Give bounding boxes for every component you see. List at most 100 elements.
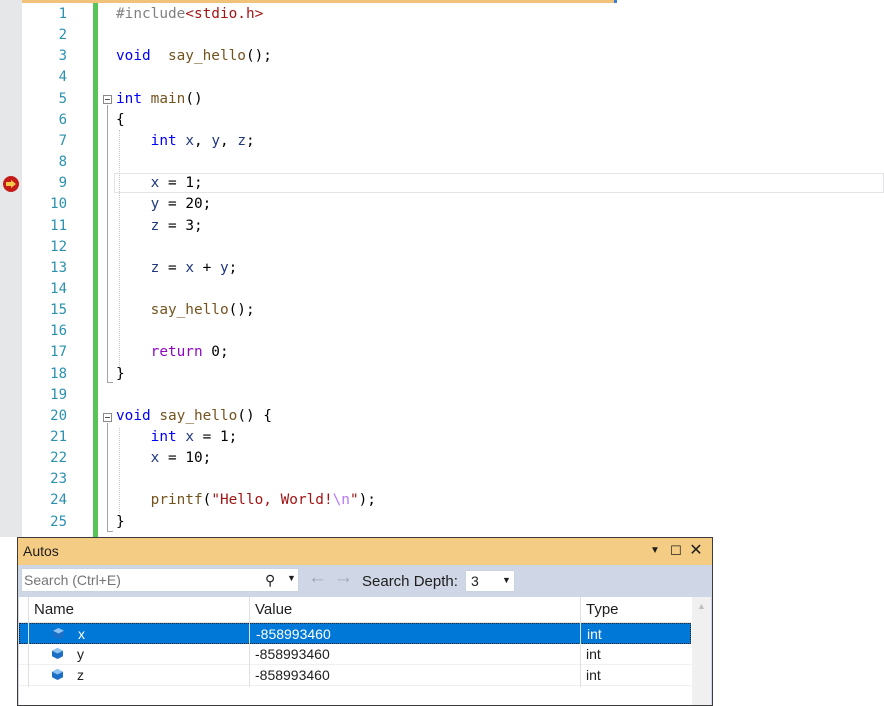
code-line[interactable]: 3 void say_hello(); bbox=[0, 46, 884, 67]
column-separator[interactable] bbox=[249, 597, 250, 687]
line-number: 22 bbox=[50, 450, 67, 467]
code-text: int x = 1; bbox=[150, 429, 238, 445]
line-number: 23 bbox=[50, 471, 67, 488]
autos-grid: Name Value Type x -858993460 int y -85899346… bbox=[19, 597, 711, 705]
table-row[interactable]: x -858993460 int bbox=[19, 623, 691, 644]
code-text: printf("Hello, World!\n"); bbox=[150, 492, 376, 509]
code-line[interactable]: 25} bbox=[0, 512, 884, 533]
search-icon[interactable]: ⚲ bbox=[265, 572, 275, 589]
vertical-scrollbar[interactable]: ▲ bbox=[692, 597, 711, 705]
line-number: 15 bbox=[50, 302, 67, 319]
line-number: 25 bbox=[50, 513, 67, 530]
cell-type: int bbox=[587, 626, 602, 642]
cell-type: int bbox=[586, 646, 601, 662]
line-number: 2 bbox=[58, 27, 67, 44]
code-line[interactable]: 9 x = 1; bbox=[0, 173, 884, 194]
line-number: 20 bbox=[50, 407, 67, 424]
line-number: 1 bbox=[58, 6, 67, 22]
autos-window: Autos ▼ ☐ ✕ ⚲ ▼ ← → Search Depth: 3 ▼ Na… bbox=[17, 537, 713, 706]
code-line[interactable]: 8 bbox=[0, 152, 884, 173]
line-number: 17 bbox=[50, 344, 67, 361]
code-line[interactable]: 13 z = x + y; bbox=[0, 258, 884, 279]
line-number: 6 bbox=[58, 111, 67, 128]
code-editor[interactable]: 1 #include<stdio.h> 2 3 void say_hello(); 4 5 i… bbox=[0, 0, 884, 537]
search-depth-value: 3 bbox=[471, 573, 479, 589]
line-number: 16 bbox=[50, 323, 67, 340]
cell-value: -858993460 bbox=[256, 626, 331, 642]
column-separator bbox=[28, 597, 29, 687]
line-number: 3 bbox=[58, 48, 67, 65]
code-text: z = 3; bbox=[150, 217, 203, 234]
search-box[interactable]: ⚲ ▼ bbox=[21, 568, 299, 592]
code-line[interactable]: 7 int x, y, z; bbox=[0, 131, 884, 152]
autos-title: Autos bbox=[23, 543, 59, 559]
code-line[interactable]: 2 bbox=[0, 25, 884, 46]
code-line[interactable]: 6{ bbox=[0, 110, 884, 131]
close-icon[interactable]: ✕ bbox=[688, 542, 704, 559]
code-text: y = 20; bbox=[150, 196, 212, 213]
cell-name: z bbox=[77, 667, 84, 683]
code-line[interactable]: 18} bbox=[0, 364, 884, 385]
code-line[interactable]: 22 x = 10; bbox=[0, 448, 884, 469]
window-menu-icon[interactable]: ▼ bbox=[647, 542, 663, 559]
line-number: 10 bbox=[50, 196, 67, 213]
search-input[interactable] bbox=[24, 571, 254, 589]
variable-icon bbox=[52, 648, 63, 659]
search-depth-label: Search Depth: bbox=[362, 573, 458, 590]
variable-icon bbox=[53, 628, 64, 639]
code-text: void say_hello() { bbox=[116, 407, 272, 424]
editor-top-line bbox=[0, 0, 884, 3]
column-separator[interactable] bbox=[580, 597, 581, 687]
table-row[interactable]: z -858993460 int bbox=[19, 665, 691, 686]
code-text: int main() bbox=[116, 90, 203, 107]
code-line[interactable]: 19 bbox=[0, 385, 884, 406]
code-text: x = 10; bbox=[150, 450, 212, 467]
code-text: return 0; bbox=[150, 344, 229, 361]
variable-icon bbox=[52, 669, 63, 680]
table-row[interactable]: y -858993460 int bbox=[19, 644, 691, 665]
code-line[interactable]: 11 z = 3; bbox=[0, 216, 884, 237]
line-number: 13 bbox=[50, 259, 67, 276]
code-text: } bbox=[116, 513, 125, 530]
code-line[interactable]: 14 bbox=[0, 279, 884, 300]
code-line[interactable]: 12 bbox=[0, 237, 884, 258]
code-line[interactable]: 24 printf("Hello, World!\n"); bbox=[0, 490, 884, 511]
maximize-icon[interactable]: ☐ bbox=[668, 542, 684, 559]
scroll-up-icon[interactable]: ▲ bbox=[697, 601, 706, 611]
column-header-type[interactable]: Type bbox=[586, 601, 619, 618]
search-options-dropdown-icon[interactable]: ▼ bbox=[287, 573, 296, 583]
autos-title-bar[interactable]: Autos ▼ ☐ ✕ bbox=[18, 538, 712, 565]
column-header-value[interactable]: Value bbox=[255, 601, 292, 618]
line-number: 5 bbox=[58, 90, 67, 107]
code-line[interactable]: 21 int x = 1; bbox=[0, 427, 884, 448]
search-depth-dropdown[interactable]: 3 ▼ bbox=[465, 570, 515, 592]
line-number: 14 bbox=[50, 280, 67, 297]
line-number: 4 bbox=[58, 69, 67, 86]
line-number: 21 bbox=[50, 429, 67, 445]
code-line[interactable]: 10 y = 20; bbox=[0, 194, 884, 215]
chevron-down-icon: ▼ bbox=[502, 575, 511, 585]
code-text: int x, y, z; bbox=[150, 132, 255, 149]
code-line[interactable]: 15 say_hello(); bbox=[0, 300, 884, 321]
code-line[interactable]: 5 int main() bbox=[0, 89, 884, 110]
code-line[interactable]: 1 #include<stdio.h> bbox=[0, 4, 884, 25]
line-number: 12 bbox=[50, 238, 67, 255]
code-line[interactable]: 4 bbox=[0, 67, 884, 88]
code-line[interactable]: 16 bbox=[0, 321, 884, 342]
code-line[interactable]: 17 return 0; bbox=[0, 342, 884, 363]
code-line[interactable]: 23 bbox=[0, 469, 884, 490]
column-header-name[interactable]: Name bbox=[34, 601, 74, 618]
code-line[interactable]: 20 void say_hello() { bbox=[0, 406, 884, 427]
cell-value: -858993460 bbox=[255, 646, 330, 662]
cell-name: x bbox=[78, 626, 85, 642]
line-number: 18 bbox=[50, 365, 67, 382]
grid-header: Name Value Type bbox=[19, 597, 691, 623]
code-text: { bbox=[116, 111, 125, 128]
cell-type: int bbox=[586, 667, 601, 683]
search-backward-icon[interactable]: ← bbox=[308, 568, 327, 588]
line-number: 19 bbox=[50, 386, 67, 403]
cell-name: y bbox=[77, 646, 84, 662]
line-number: 8 bbox=[58, 154, 67, 171]
search-forward-icon[interactable]: → bbox=[334, 568, 353, 588]
line-number: 9 bbox=[58, 175, 67, 192]
